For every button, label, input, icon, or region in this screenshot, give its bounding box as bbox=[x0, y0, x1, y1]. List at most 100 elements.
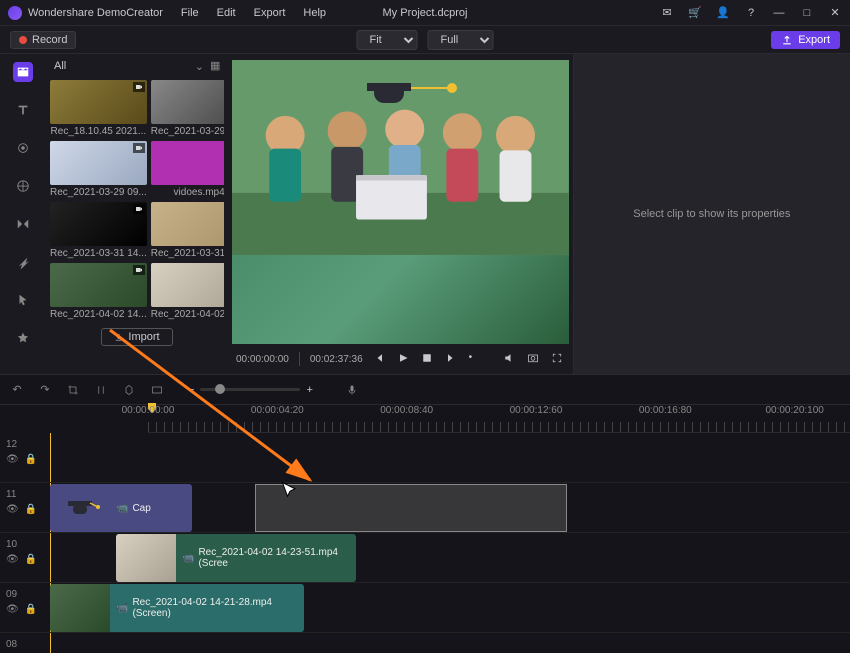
media-filter: All ⌄ ▦ bbox=[50, 58, 224, 74]
clip-cap[interactable]: 📹Cap bbox=[50, 484, 192, 532]
voiceover-mic-icon[interactable] bbox=[345, 383, 359, 397]
user-icon[interactable]: 👤 bbox=[716, 6, 730, 19]
properties-empty-text: Select clip to show its properties bbox=[633, 208, 790, 220]
rail-transition-icon[interactable] bbox=[13, 214, 33, 234]
clip-camera-icon: 📹 bbox=[116, 603, 128, 614]
clip-video-1-label: Rec_2021-04-02 14-23-51.mp4 (Scree bbox=[198, 547, 350, 569]
marker-tool[interactable] bbox=[122, 383, 136, 397]
volume-icon[interactable] bbox=[503, 352, 517, 366]
media-thumb[interactable]: Rec_2021-03-29 09... bbox=[50, 141, 147, 198]
clip-thumb bbox=[116, 534, 176, 582]
cart-icon[interactable]: 🛒 bbox=[688, 6, 702, 19]
menu-help[interactable]: Help bbox=[303, 7, 326, 19]
export-icon bbox=[781, 34, 793, 46]
rail-sticker-icon[interactable] bbox=[13, 328, 33, 348]
media-grid: Rec_18.10.45 2021...Rec_2021-03-29 09...… bbox=[50, 80, 224, 320]
preview-panel: 00:00:00:00 00:02:37:36 • bbox=[228, 54, 573, 374]
zoom-in-icon[interactable]: + bbox=[306, 384, 312, 396]
timeline-ruler[interactable]: 00:00:00:0000:00:04:2000:00:08:4000:00:1… bbox=[148, 405, 850, 433]
track-08[interactable] bbox=[50, 633, 850, 653]
media-thumb[interactable]: Rec_2021-04-02 14... bbox=[151, 263, 224, 320]
timeline: ↶ ↷ − + 00:00:00:0000:00:04:2000:00:08:4… bbox=[0, 374, 850, 653]
media-filter-label[interactable]: All bbox=[50, 58, 191, 74]
side-rail bbox=[0, 54, 46, 374]
tracks[interactable]: 📹Cap 📹 Rec_2021-04-02 14-23-51.mp4 (Scree… bbox=[50, 433, 850, 653]
import-label: Import bbox=[128, 331, 159, 343]
import-button[interactable]: Import bbox=[101, 328, 172, 346]
redo-button[interactable]: ↷ bbox=[38, 383, 52, 397]
eye-icon[interactable]: 👁 bbox=[6, 604, 19, 615]
mail-icon[interactable]: ✉ bbox=[660, 6, 674, 19]
lock-icon[interactable]: 🔒 bbox=[25, 604, 37, 615]
rail-text-icon[interactable] bbox=[13, 100, 33, 120]
rail-media-icon[interactable] bbox=[13, 62, 33, 82]
rail-effects-icon[interactable] bbox=[13, 252, 33, 272]
track-label-10: 10👁🔒 bbox=[0, 533, 50, 583]
help-icon[interactable]: ? bbox=[744, 7, 758, 19]
marker-button[interactable]: • bbox=[469, 352, 483, 366]
zoom-slider[interactable] bbox=[200, 388, 300, 391]
rail-globe-icon[interactable] bbox=[13, 176, 33, 196]
window-maximize[interactable]: □ bbox=[800, 7, 814, 19]
media-thumb[interactable]: Rec_18.10.45 2021... bbox=[50, 80, 147, 137]
lock-icon[interactable]: 🔒 bbox=[25, 504, 37, 515]
cap-overlay[interactable] bbox=[367, 83, 411, 103]
export-button[interactable]: Export bbox=[771, 31, 840, 49]
track-12[interactable] bbox=[50, 433, 850, 483]
snapshot-icon[interactable] bbox=[527, 352, 541, 366]
clip-video-2[interactable]: 📹 Rec_2021-04-02 14-21-28.mp4 (Screen) bbox=[50, 584, 304, 632]
menu-file[interactable]: File bbox=[181, 7, 199, 19]
media-thumb[interactable]: Rec_2021-03-31 16... bbox=[151, 202, 224, 259]
fit-select[interactable]: Fit bbox=[357, 30, 418, 50]
track-label-09: 09👁🔒 bbox=[0, 583, 50, 633]
properties-panel: Select clip to show its properties bbox=[573, 54, 850, 374]
media-thumb[interactable]: Rec_2021-03-31 14... bbox=[50, 202, 147, 259]
caption-tool[interactable] bbox=[150, 383, 164, 397]
record-dot-icon bbox=[19, 36, 27, 44]
project-title: My Project.dcproj bbox=[383, 7, 468, 19]
timeline-zoom: − + bbox=[188, 384, 313, 396]
rail-cursor-icon[interactable] bbox=[13, 290, 33, 310]
window-close[interactable]: ✕ bbox=[828, 6, 842, 19]
media-thumb[interactable]: vidoes.mp4 bbox=[151, 141, 224, 198]
lock-icon[interactable]: 🔒 bbox=[25, 454, 37, 465]
clip-camera-icon: 📹 bbox=[182, 553, 194, 564]
cap-thumb bbox=[50, 484, 110, 532]
eye-icon[interactable]: 👁 bbox=[6, 554, 19, 565]
prev-frame-button[interactable] bbox=[373, 352, 387, 366]
lock-icon[interactable]: 🔒 bbox=[25, 554, 37, 565]
preview-frame bbox=[232, 60, 569, 344]
full-select[interactable]: Full bbox=[428, 30, 494, 50]
main-row: All ⌄ ▦ Rec_18.10.45 2021...Rec_2021-03-… bbox=[0, 54, 850, 374]
media-thumb[interactable]: Rec_2021-03-29 09... bbox=[151, 80, 224, 137]
menu-edit[interactable]: Edit bbox=[217, 7, 236, 19]
undo-button[interactable]: ↶ bbox=[10, 383, 24, 397]
playback-controls: 00:00:00:00 00:02:37:36 • bbox=[228, 344, 573, 374]
drop-ghost bbox=[255, 484, 567, 532]
eye-icon[interactable]: 👁 bbox=[6, 504, 19, 515]
rail-audio-icon[interactable] bbox=[13, 138, 33, 158]
track-11[interactable]: 📹Cap bbox=[50, 483, 850, 533]
grid-view-icon[interactable]: ▦ bbox=[210, 59, 224, 73]
next-frame-button[interactable] bbox=[445, 352, 459, 366]
preview-canvas[interactable] bbox=[232, 60, 569, 344]
track-label-11: 11👁🔒 bbox=[0, 483, 50, 533]
media-thumb[interactable]: Rec_2021-04-02 14... bbox=[50, 263, 147, 320]
export-label: Export bbox=[798, 34, 830, 46]
clip-video-1[interactable]: 📹 Rec_2021-04-02 14-23-51.mp4 (Scree bbox=[116, 534, 356, 582]
window-minimize[interactable]: — bbox=[772, 7, 786, 19]
play-button[interactable] bbox=[397, 352, 411, 366]
track-10[interactable]: 📹 Rec_2021-04-02 14-23-51.mp4 (Scree bbox=[50, 533, 850, 583]
zoom-out-icon[interactable]: − bbox=[188, 384, 194, 396]
clip-video-2-label: Rec_2021-04-02 14-21-28.mp4 (Screen) bbox=[132, 597, 298, 619]
split-button[interactable] bbox=[94, 383, 108, 397]
crop-button[interactable] bbox=[66, 383, 80, 397]
chevron-down-icon[interactable]: ⌄ bbox=[195, 60, 204, 73]
track-09[interactable]: 📹 Rec_2021-04-02 14-21-28.mp4 (Screen) bbox=[50, 583, 850, 633]
stop-button[interactable] bbox=[421, 352, 435, 366]
current-time: 00:00:00:00 bbox=[236, 354, 289, 365]
record-button[interactable]: Record bbox=[10, 31, 76, 49]
fullscreen-icon[interactable] bbox=[551, 352, 565, 366]
eye-icon[interactable]: 👁 bbox=[6, 454, 19, 465]
menu-export[interactable]: Export bbox=[254, 7, 286, 19]
